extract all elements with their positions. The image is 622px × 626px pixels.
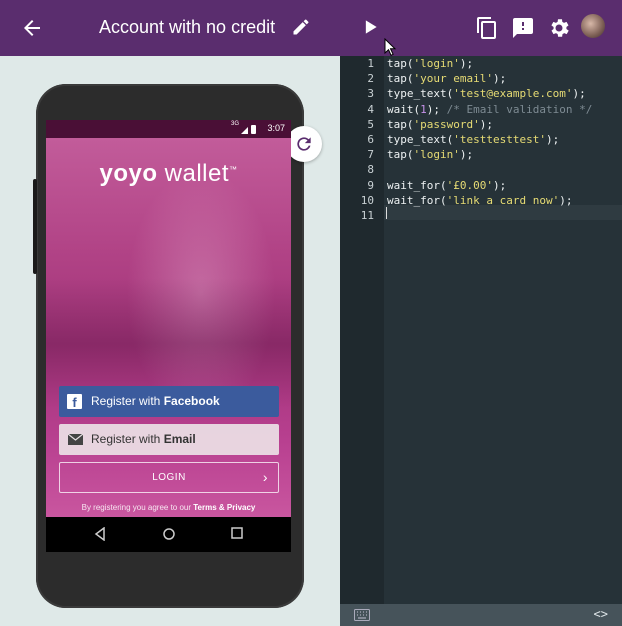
copy-icon[interactable]	[475, 16, 499, 40]
code-token: 'test@example.com'	[453, 87, 573, 101]
status-time: 3:07	[267, 123, 285, 133]
terms-text: By registering you agree to our Terms & …	[81, 503, 256, 512]
line-number: 9	[367, 178, 374, 192]
mail-icon	[68, 434, 83, 445]
code-line[interactable]: type_text('test@example.com');	[387, 86, 586, 101]
code-token: type_text(	[387, 87, 454, 101]
login-button[interactable]: LOGIN ›	[59, 462, 279, 493]
code-token: 'your email'	[413, 72, 493, 86]
logo-bold: yoyo	[99, 160, 158, 187]
back-arrow-icon[interactable]	[20, 16, 44, 40]
code-token: wait(	[387, 102, 421, 116]
code-token: wait_for(	[387, 193, 447, 207]
register-facebook-button[interactable]: f Register with Facebook	[59, 386, 279, 417]
line-number: 8	[367, 163, 374, 177]
line-number: 2	[367, 72, 374, 86]
code-token: );	[479, 117, 493, 131]
code-token: );	[559, 193, 573, 207]
nav-recents-icon[interactable]	[231, 527, 243, 539]
line-number: 1	[367, 57, 374, 70]
nav-home-icon[interactable]	[162, 527, 176, 541]
login-label: LOGIN	[152, 472, 186, 483]
code-token: );	[426, 102, 447, 116]
yoyo-app-screen: yoyo wallet™ f Register with Facebook Re…	[46, 138, 291, 517]
line-number: 6	[367, 133, 374, 146]
avatar[interactable]	[581, 14, 605, 38]
line-number: 10	[360, 193, 374, 207]
code-token: 'testtesttest'	[453, 133, 546, 146]
code-token: );	[545, 133, 560, 146]
mouse-cursor-icon	[384, 38, 397, 56]
android-nav-bar	[46, 517, 291, 552]
code-token: tap(	[387, 72, 414, 86]
chevron-right-icon: ›	[262, 469, 268, 485]
code-token: );	[492, 72, 507, 86]
code-line[interactable]: tap('login');	[387, 56, 473, 71]
line-number: 5	[367, 117, 374, 131]
status-bar: 3G 3:07	[46, 120, 291, 138]
code-token: 'login'	[413, 148, 460, 162]
register-facebook-label: Register with Facebook	[91, 394, 220, 408]
register-email-label: Register with Email	[91, 432, 196, 446]
text-caret	[386, 207, 387, 219]
nav-back-icon[interactable]	[94, 527, 106, 541]
code-line[interactable]: tap('password');	[387, 117, 493, 132]
logo-tm: ™	[229, 165, 238, 174]
editor-status-bar: <>	[340, 604, 622, 626]
code-token: tap(	[387, 148, 414, 162]
device-screen: 3G 3:07 yoyo wallet™ f Register with Fac…	[46, 120, 291, 552]
code-editor[interactable]: 1 tap('login'); 2 tap('your email'); 3 type_t…	[340, 56, 622, 626]
network-type: 3G	[230, 121, 239, 127]
code-line[interactable]: wait_for('link a card now');	[387, 193, 572, 208]
code-token: '£0.00'	[446, 178, 493, 192]
page-title: Account with no credit	[99, 17, 276, 37]
gear-icon[interactable]	[547, 16, 571, 40]
terms-link[interactable]: Terms & Privacy	[193, 503, 255, 512]
code-token: );	[572, 87, 586, 101]
refresh-icon	[297, 137, 311, 151]
keyboard-icon[interactable]	[354, 609, 370, 621]
line-number: 11	[360, 209, 374, 222]
code-line[interactable]: wait_for('£0.00');	[387, 178, 506, 193]
logo-light: wallet	[164, 160, 230, 187]
code-line[interactable]: tap('your email');	[387, 71, 506, 86]
code-token: 'password'	[413, 117, 480, 131]
line-number: 7	[367, 148, 374, 162]
code-token: tap(	[387, 57, 414, 70]
feedback-icon[interactable]	[511, 16, 535, 40]
code-token: type_text(	[387, 133, 454, 146]
code-token: /* Email validation */	[446, 102, 593, 116]
refresh-fab[interactable]	[286, 126, 322, 162]
code-token: );	[459, 57, 474, 70]
code-brackets-icon[interactable]: <>	[594, 607, 608, 621]
code-token: 1	[420, 102, 427, 116]
code-token: );	[459, 148, 474, 162]
phone-side-button	[33, 179, 37, 274]
yoyo-wallet-logo: yoyo wallet™	[46, 160, 291, 188]
signal-battery-icon	[241, 125, 256, 134]
code-line[interactable]: wait(1); /* Email validation */	[387, 102, 592, 117]
code-token: wait_for(	[387, 178, 447, 192]
play-icon[interactable]	[360, 17, 380, 37]
code-token: 'login'	[413, 57, 460, 70]
top-app-bar: Account with no credit	[0, 0, 622, 56]
code-token: tap(	[387, 117, 414, 131]
line-number: 4	[367, 102, 374, 116]
pencil-icon[interactable]	[291, 17, 311, 37]
code-line[interactable]: type_text('testtesttest');	[387, 132, 559, 147]
register-email-button[interactable]: Register with Email	[59, 424, 279, 455]
line-number: 3	[367, 87, 374, 101]
code-line[interactable]: tap('login');	[387, 147, 473, 162]
code-token: 'link a card now'	[446, 193, 560, 207]
code-token: );	[492, 178, 507, 192]
facebook-icon: f	[67, 394, 82, 410]
